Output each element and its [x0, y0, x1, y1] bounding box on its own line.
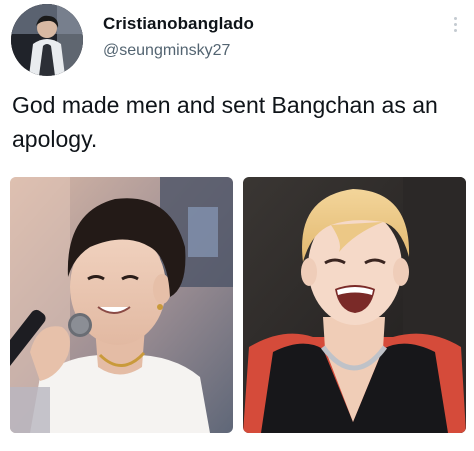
user-handle[interactable]: @seungminsky27: [103, 42, 230, 60]
tweet-card: Cristianobanglado @seungminsky27 God mad…: [0, 0, 474, 451]
display-name[interactable]: Cristianobanglado: [103, 14, 254, 34]
menu-dot: [454, 29, 457, 32]
photo-blonde-man-laughing: [243, 177, 466, 433]
photo-man-with-microphone: [10, 177, 233, 433]
avatar[interactable]: [11, 4, 83, 76]
tweet-image-right[interactable]: [243, 177, 466, 433]
menu-dot: [454, 23, 457, 26]
tweet-image-left[interactable]: [10, 177, 233, 433]
tweet-text: God made men and sent Bangchan as an apo…: [12, 92, 438, 152]
more-vertical-icon[interactable]: [449, 14, 463, 36]
menu-dot: [454, 17, 457, 20]
avatar-photo: [11, 4, 83, 76]
